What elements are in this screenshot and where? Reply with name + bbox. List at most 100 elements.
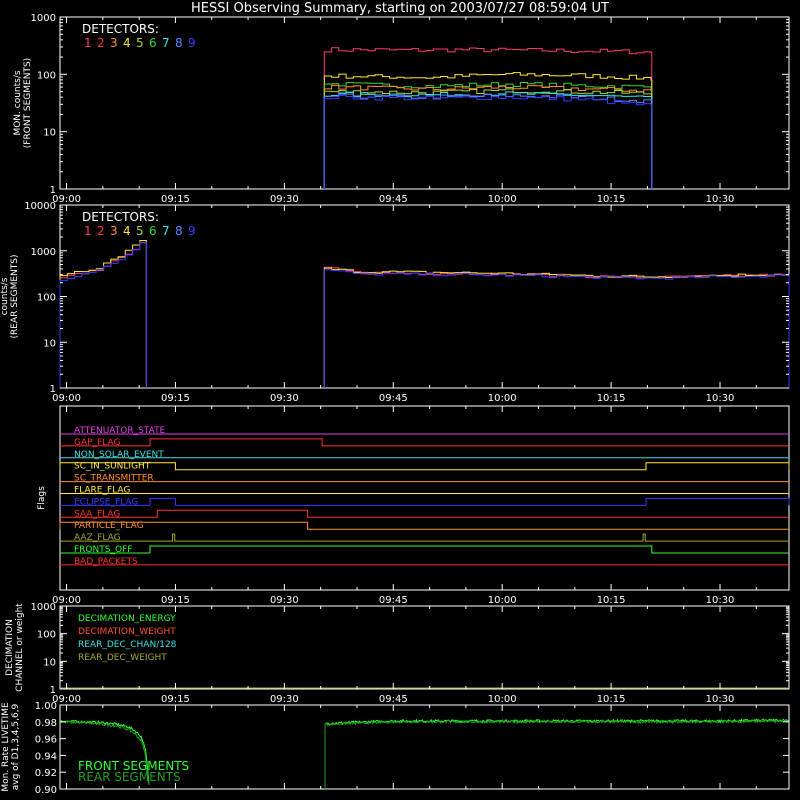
front-series-det8 [323,93,653,190]
flag-label: ATTENUATOR_STATE [74,426,166,436]
y-tick-label: 100 [37,630,56,641]
flags-x-axis: 09:00 09:15 09:30 09:45 10:00 10:15 10:30 [52,406,757,606]
decimation-legend-entry: REAR_DEC_CHAN/128 [78,640,177,650]
x-tick-label: 10:15 [597,194,626,205]
y-tick-label: 100 [37,70,56,81]
rear-series-det4 [323,267,790,389]
x-tick-label: 10:30 [706,194,735,205]
x-tick-label: 09:30 [270,595,299,606]
detector-number: 5 [136,224,144,238]
chart-title: HESSI Observing Summary, starting on 200… [191,1,609,16]
flag-label: ECLIPSE_FLAG [74,497,138,507]
flag-label: FRONTS_OFF [74,545,132,555]
y-tick-label: 10000 [24,201,56,212]
flag-line-particle-flag [59,521,789,530]
rear-series-det1 [323,266,790,389]
x-tick-label: 09:45 [379,194,408,205]
x-tick-label: 09:15 [161,595,190,606]
y-tick-label: 0.90 [35,785,57,796]
y-axis-label: avg of D1,3,4,5,6,9 [11,703,21,790]
y-tick-label: 10 [43,128,56,139]
x-tick-label: 10:00 [488,194,517,205]
y-tick-label: 0.94 [35,751,57,762]
detector-legend: DETECTORS:1 2 3 4 5 6 7 8 9 [82,22,196,50]
flag-line-sc-in-sunlight [59,462,790,471]
livetime-legend-entry: REAR SEGMENTS [78,770,181,784]
front-y-axis: 1 10 100 1000 [31,13,789,196]
detector-number: 1 [84,36,92,50]
y-tick-label: 0.96 [35,735,57,746]
flag-label: NON_SOLAR_EVENT [74,450,164,460]
detector-number: 7 [162,36,170,50]
y-tick-label: 0.92 [35,768,57,779]
x-tick-label: 10:00 [488,393,517,404]
rear-x-axis: 09:00 09:15 09:30 09:45 10:00 10:15 10:30 [52,205,757,404]
detector-number: 6 [149,224,157,238]
y-tick-label: 1000 [31,247,56,258]
front-series-det3 [323,84,653,190]
rear-series-det9 [323,269,790,389]
flag-label: SAA_FLAG [74,509,120,519]
detector-legend: DETECTORS:1 2 3 4 5 6 7 8 9 [82,210,196,238]
flag-line-fronts-off [60,545,789,554]
x-tick-label: 09:30 [270,194,299,205]
x-tick-label: 09:45 [379,694,408,705]
x-tick-label: 10:30 [706,393,735,404]
y-axis-label: Flags [37,486,47,510]
y-axis-label: DECIMATION [5,619,15,676]
rear-series-det4 [59,240,147,388]
detector-number: 9 [188,36,196,50]
detector-number: 8 [175,224,183,238]
detector-number: 5 [136,36,144,50]
front-series-det1 [323,47,653,190]
decimation-legend-entry: REAR_DEC_WEIGHT [78,653,167,663]
x-tick-label: 09:15 [161,393,190,404]
detector-number: 2 [97,36,105,50]
y-axis-label: (REAR SEGMENTS) [10,254,20,338]
front-series-det7 [323,91,653,190]
detector-number: 6 [149,36,157,50]
flag-line-eclipse-flag [60,497,790,506]
flag-line-aaz-flag [60,533,789,542]
flag-label: GAP_FLAG [74,438,120,448]
flag-line-gap-flag [60,438,789,447]
y-axis-label: (FRONT SEGMENTS) [23,58,33,148]
decimation-legend-entry: DECIMATION_WEIGHT [78,627,176,637]
detector-number: 3 [110,224,118,238]
detector-number: 2 [97,224,105,238]
y-tick-label: 0.98 [35,718,57,729]
x-tick-label: 09:15 [161,694,190,705]
detectors-legend-title: DETECTORS: [82,22,159,36]
detector-number: 9 [188,224,196,238]
flag-label: AAZ_FLAG [74,533,121,543]
decimation-legend-entry: DECIMATION_ENERGY [78,614,176,624]
x-tick-label: 09:00 [52,194,81,205]
y-axis-label: Mon. Rate LIVETIME [1,702,11,792]
y-tick-label: 1000 [31,602,56,613]
front-series-det5 [323,88,653,190]
x-tick-label: 09:45 [379,393,408,404]
detector-number: 3 [110,36,118,50]
x-tick-label: 09:30 [270,393,299,404]
flag-label: BAD_PACKETS [74,557,138,567]
x-tick-label: 10:30 [706,595,735,606]
detector-number: 4 [123,224,131,238]
y-tick-label: 10 [43,657,56,668]
detector-number: 1 [84,224,92,238]
y-axis-label: counts/s [0,277,10,315]
detectors-legend-title: DETECTORS: [82,210,159,224]
y-tick-label: 1.00 [35,701,57,712]
flag-label: PARTICLE_FLAG [74,521,144,531]
x-tick-label: 10:30 [706,694,735,705]
hessi-observing-summary-chart: HESSI Observing Summary, starting on 200… [0,1,790,796]
x-tick-label: 10:00 [488,694,517,705]
flag-label: SC_TRANSMITTER [74,474,154,484]
y-tick-label: 100 [37,293,56,304]
front-x-axis: 09:00 09:15 09:30 09:45 10:00 10:15 10:30 [52,17,757,205]
detector-number: 8 [175,36,183,50]
x-tick-label: 09:30 [270,694,299,705]
x-tick-label: 09:45 [379,595,408,606]
x-tick-label: 09:15 [161,194,190,205]
x-tick-label: 10:15 [597,393,626,404]
flag-label: FLARE_FLAG [74,486,130,496]
